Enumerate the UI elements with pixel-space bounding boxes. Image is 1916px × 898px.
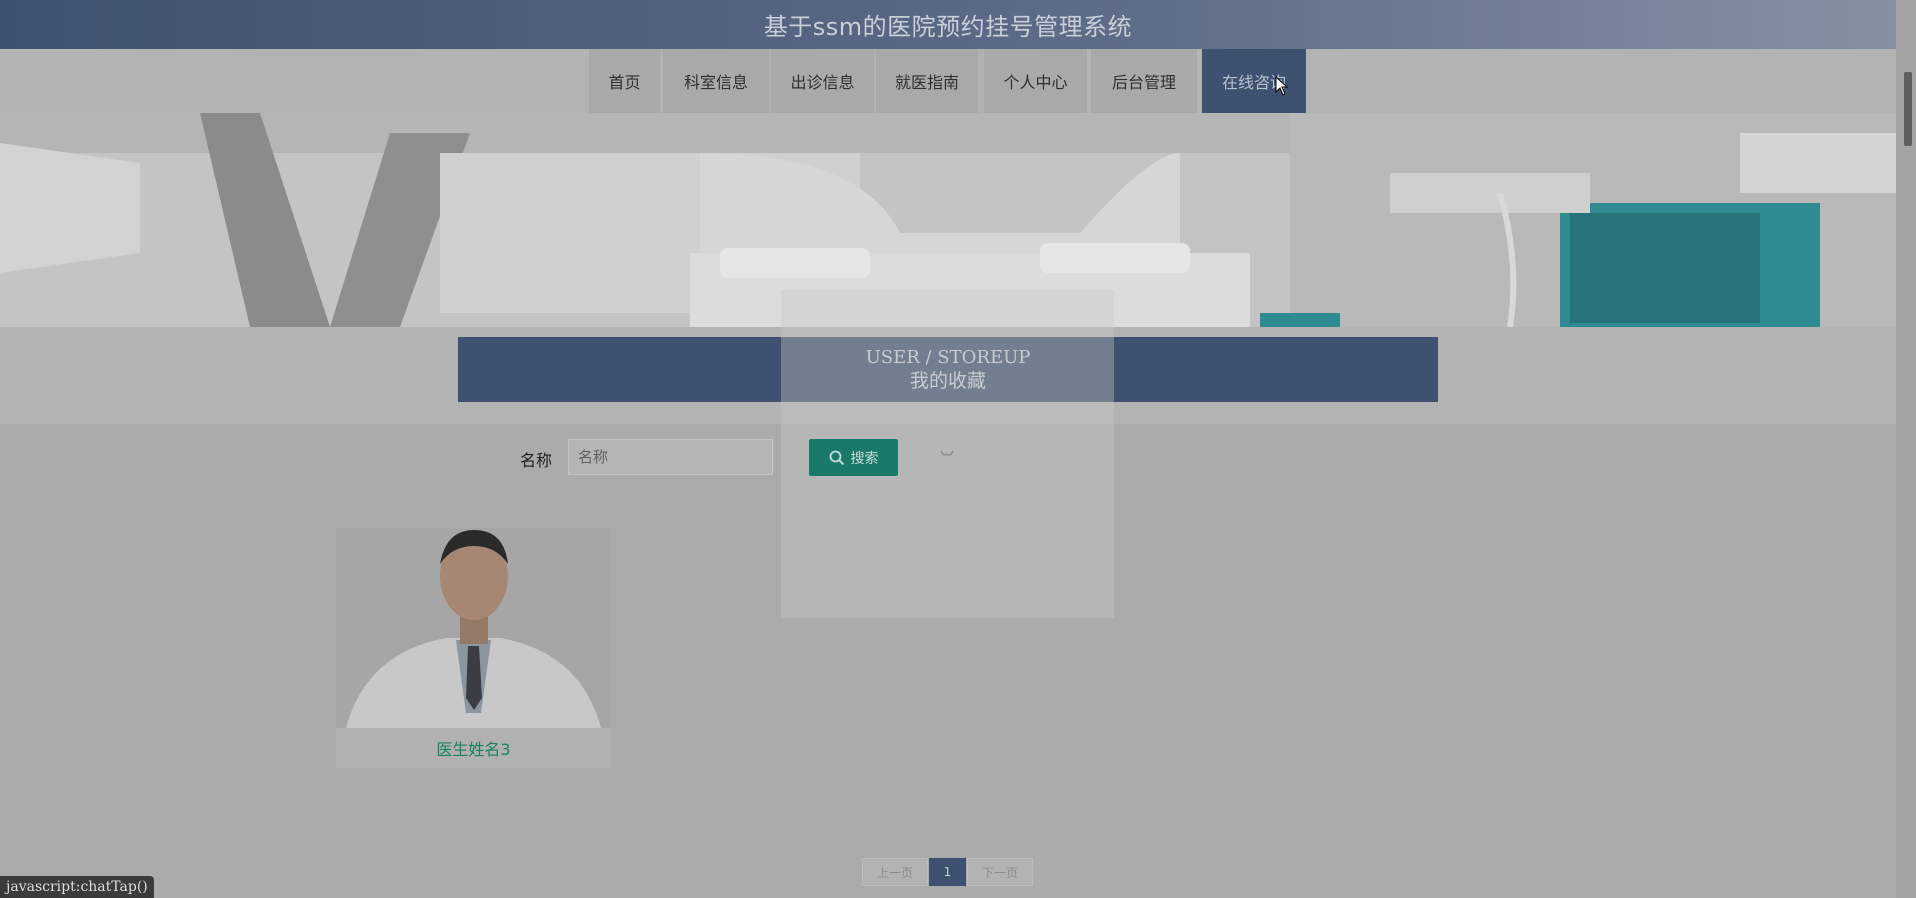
mouse-cursor-icon (1275, 76, 1289, 96)
nav-item-departments[interactable]: 科室信息 (663, 49, 769, 113)
site-header: 基于ssm的医院预约挂号管理系统 (0, 0, 1896, 49)
doctor-name-link[interactable]: 医生姓名3 (336, 736, 611, 760)
nav-item-home[interactable]: 首页 (589, 49, 660, 113)
nav-item-online-consult[interactable]: 在线咨询 (1202, 49, 1306, 113)
site-title: 基于ssm的医院预约挂号管理系统 (763, 13, 1133, 41)
loading-spinner-icon (940, 450, 954, 456)
search-button-label: 搜索 (850, 450, 879, 467)
nav-item-guide[interactable]: 就医指南 (876, 49, 978, 113)
doctor-photo[interactable] (336, 528, 611, 728)
doctor-portrait-image (336, 528, 611, 728)
nav-item-admin[interactable]: 后台管理 (1091, 49, 1197, 113)
browser-status-bar: javascript:chatTap() (0, 876, 154, 898)
pagination-next-button[interactable]: 下一页 (967, 858, 1033, 886)
search-icon (829, 450, 844, 465)
pagination-page-1[interactable]: 1 (929, 858, 966, 886)
search-input[interactable] (568, 439, 773, 475)
favorite-card[interactable]: 医生姓名3 (336, 528, 611, 768)
pagination-prev-button[interactable]: 上一页 (862, 858, 928, 886)
scrollbar-thumb[interactable] (1904, 72, 1912, 146)
search-button[interactable]: 搜索 (809, 439, 898, 476)
main-nav: 首页 科室信息 出诊信息 就医指南 个人中心 后台管理 在线咨询 (0, 49, 1896, 113)
page-scrollbar[interactable] (1896, 0, 1916, 898)
nav-item-schedule[interactable]: 出诊信息 (771, 49, 874, 113)
search-name-label: 名称 (520, 451, 553, 470)
nav-item-personal-center[interactable]: 个人中心 (984, 49, 1087, 113)
